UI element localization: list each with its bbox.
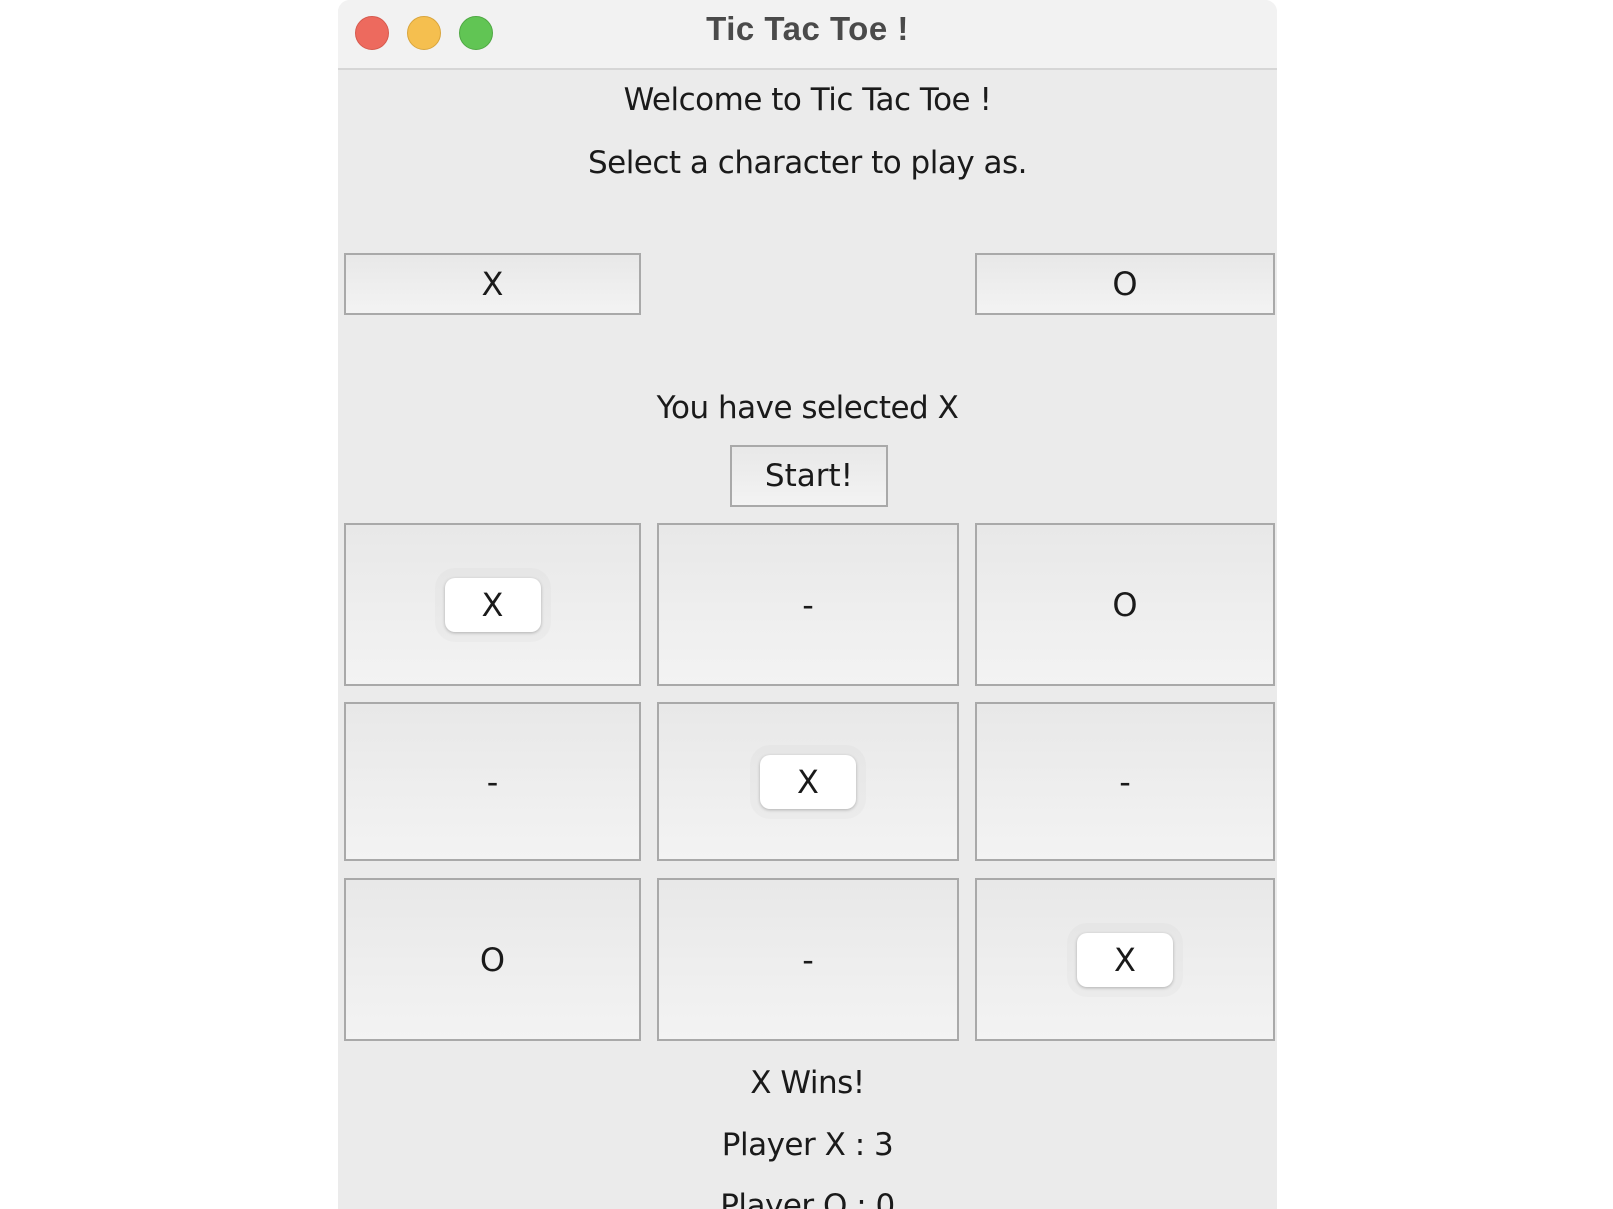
board-cell-4[interactable]: X xyxy=(657,702,959,861)
cell-mark: - xyxy=(486,762,499,801)
instruction-label: Select a character to play as. xyxy=(587,145,1028,181)
select-o-button[interactable]: O xyxy=(975,253,1275,315)
board-cell-8[interactable]: X xyxy=(975,878,1275,1041)
cell-mark: - xyxy=(802,940,814,979)
cell-mark: - xyxy=(802,585,814,624)
app-window: Tic Tac Toe ! Welcome to Tic Tac Toe ! S… xyxy=(338,0,1277,1209)
board-cell-3[interactable]: - xyxy=(344,702,641,861)
board-cell-1[interactable]: - xyxy=(657,523,959,686)
cell-mark: O xyxy=(1112,585,1138,624)
select-x-button[interactable]: X xyxy=(344,253,641,315)
cell-mark: X xyxy=(444,577,541,632)
board-cell-7[interactable]: - xyxy=(657,878,959,1041)
result-label: X Wins! xyxy=(750,1065,865,1101)
title-bar: Tic Tac Toe ! xyxy=(338,0,1277,70)
player-o-score: Player O : 0 xyxy=(720,1188,895,1209)
board-cell-6[interactable]: O xyxy=(344,878,641,1041)
cell-mark: X xyxy=(760,754,856,809)
cell-mark: X xyxy=(1077,932,1173,987)
window-title: Tic Tac Toe ! xyxy=(706,10,909,47)
welcome-label: Welcome to Tic Tac Toe ! xyxy=(623,82,992,118)
cell-mark: - xyxy=(1119,762,1131,801)
player-x-score: Player X : 3 xyxy=(721,1127,894,1163)
start-button[interactable]: Start! xyxy=(730,445,888,507)
board-cell-0[interactable]: X xyxy=(344,523,641,686)
board-cell-2[interactable]: O xyxy=(975,523,1275,686)
selection-status-label: You have selected X xyxy=(656,390,959,426)
cell-mark: O xyxy=(479,940,506,979)
board-cell-5[interactable]: - xyxy=(975,702,1275,861)
